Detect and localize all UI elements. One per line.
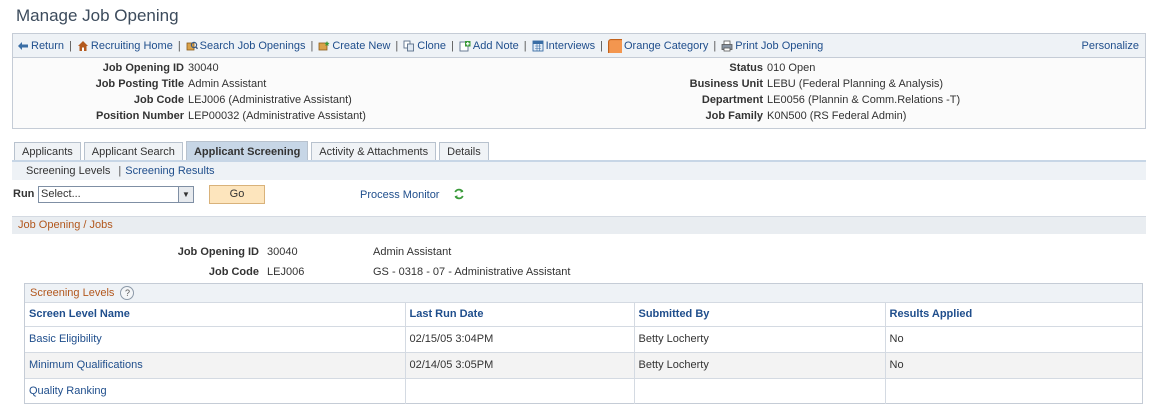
header-value-job-posting-title: Admin Assistant xyxy=(188,78,267,90)
run-select[interactable]: Select... ▼ xyxy=(38,186,194,203)
header-value-job-family: K0N500 (RS Federal Admin) xyxy=(767,110,907,122)
column-header-submitted-by[interactable]: Submitted By xyxy=(633,303,885,327)
help-icon[interactable]: ? xyxy=(120,286,135,301)
run-select-value: Select... xyxy=(41,188,81,200)
subnav-screening-levels: Screening Levels xyxy=(26,165,111,177)
return-link[interactable]: Return xyxy=(17,40,64,52)
submitted-by-cell: Betty Locherty xyxy=(633,352,885,379)
screen-level-link-basic-eligibility[interactable]: Basic Eligibility xyxy=(29,333,102,345)
header-value-position-number: LEP00032 (Administrative Assistant) xyxy=(188,110,366,122)
screen-level-link-minimum-qualifications[interactable]: Minimum Qualifications xyxy=(29,359,143,371)
create-new-link[interactable]: Create New xyxy=(318,40,390,52)
search-job-icon xyxy=(186,41,198,50)
recruiting-home-link[interactable]: Recruiting Home xyxy=(77,40,173,52)
header-label-job-opening-id: Job Opening ID xyxy=(102,62,184,74)
clone-link[interactable]: Clone xyxy=(403,40,446,52)
last-run-date-cell xyxy=(404,378,634,404)
go-button[interactable]: Go xyxy=(209,185,265,204)
header-value-job-opening-id: 30040 xyxy=(188,62,219,74)
header-label-status: Status xyxy=(729,62,763,74)
create-new-icon xyxy=(318,40,330,50)
results-applied-cell: No xyxy=(884,326,1142,353)
header-value-business-unit: LEBU (Federal Planning & Analysis) xyxy=(767,78,944,90)
interviews-icon xyxy=(532,40,544,51)
header-label-position-number: Position Number xyxy=(95,110,184,122)
last-run-date-cell: 02/15/05 3:04PM xyxy=(404,326,634,353)
screening-levels-title: Screening Levels ? xyxy=(25,284,1142,303)
last-run-date-cell: 02/14/05 3:05PM xyxy=(404,352,634,379)
table-row: Minimum Qualifications 02/14/05 3:05PM B… xyxy=(25,352,1142,379)
chevron-down-icon[interactable]: ▼ xyxy=(178,187,193,202)
jobs-value-job-opening-title: Admin Assistant xyxy=(373,246,452,258)
screening-levels-grid: Screening Levels ? Screen Level Name Las… xyxy=(24,283,1143,404)
submitted-by-cell xyxy=(633,378,885,404)
header-label-job-code: Job Code xyxy=(133,94,184,106)
job-opening-header: Job Opening ID 30040 Job Posting Title A… xyxy=(12,57,1146,129)
personalize-link[interactable]: Personalize xyxy=(1082,40,1139,52)
tab-details[interactable]: Details xyxy=(439,142,489,161)
table-row: Quality Ranking xyxy=(25,378,1142,404)
clone-icon xyxy=(403,40,415,51)
screening-levels-table: Screen Level Name Last Run Date Submitte… xyxy=(25,303,1142,404)
print-icon xyxy=(721,40,733,51)
home-icon xyxy=(77,40,88,51)
table-row: Basic Eligibility 02/15/05 3:04PM Betty … xyxy=(25,326,1142,353)
jobs-value-job-code: LEJ006 xyxy=(267,266,305,278)
column-header-results-applied[interactable]: Results Applied xyxy=(884,303,1142,327)
header-label-job-family: Job Family xyxy=(705,110,763,122)
header-label-department: Department xyxy=(701,94,763,106)
tab-applicants[interactable]: Applicants xyxy=(14,142,81,161)
jobs-value-job-code-desc: GS - 0318 - 07 - Administrative Assistan… xyxy=(373,266,571,278)
screen-level-link-quality-ranking[interactable]: Quality Ranking xyxy=(29,385,107,397)
tab-applicant-search[interactable]: Applicant Search xyxy=(83,142,183,161)
screening-subnav: Screening Levels | Screening Results xyxy=(12,162,1146,180)
header-value-department: LE0056 (Plannin & Comm.Relations -T) xyxy=(767,94,961,106)
action-toolbar: Return | Recruiting Home | Search Job Op… xyxy=(12,33,1146,57)
return-arrow-icon xyxy=(18,41,28,50)
results-applied-cell: No xyxy=(884,352,1142,379)
job-opening-jobs-header: Job Opening / Jobs xyxy=(12,216,1146,234)
tab-activity-attachments[interactable]: Activity & Attachments xyxy=(311,142,437,161)
orange-category-link[interactable]: Orange Category xyxy=(608,38,708,53)
category-icon xyxy=(608,38,622,53)
search-job-openings-link[interactable]: Search Job Openings xyxy=(186,40,305,52)
column-header-last-run-date[interactable]: Last Run Date xyxy=(404,303,634,327)
jobs-label-job-opening-id: Job Opening ID xyxy=(177,246,259,258)
page-title: Manage Job Opening xyxy=(16,6,179,25)
header-value-status: 010 Open xyxy=(767,62,816,74)
add-note-icon xyxy=(459,40,471,51)
subnav-screening-results-link[interactable]: Screening Results xyxy=(125,165,214,177)
column-header-screen-level-name[interactable]: Screen Level Name xyxy=(25,303,405,327)
jobs-label-job-code: Job Code xyxy=(208,266,259,278)
tab-applicant-screening[interactable]: Applicant Screening xyxy=(185,141,309,161)
refresh-icon[interactable] xyxy=(452,187,466,201)
jobs-value-job-opening-id: 30040 xyxy=(267,246,298,258)
add-note-link[interactable]: Add Note xyxy=(459,40,519,52)
tab-bar: Applicants Applicant Search Applicant Sc… xyxy=(14,141,492,161)
results-applied-cell xyxy=(884,378,1142,404)
header-value-job-code: LEJ006 (Administrative Assistant) xyxy=(188,94,352,106)
header-label-business-unit: Business Unit xyxy=(689,78,763,90)
run-label: Run xyxy=(13,188,35,200)
submitted-by-cell: Betty Locherty xyxy=(633,326,885,353)
print-job-opening-link[interactable]: Print Job Opening xyxy=(721,40,823,52)
interviews-link[interactable]: Interviews xyxy=(532,40,595,52)
header-label-job-posting-title: Job Posting Title xyxy=(95,78,184,90)
process-monitor-link[interactable]: Process Monitor xyxy=(360,189,439,201)
